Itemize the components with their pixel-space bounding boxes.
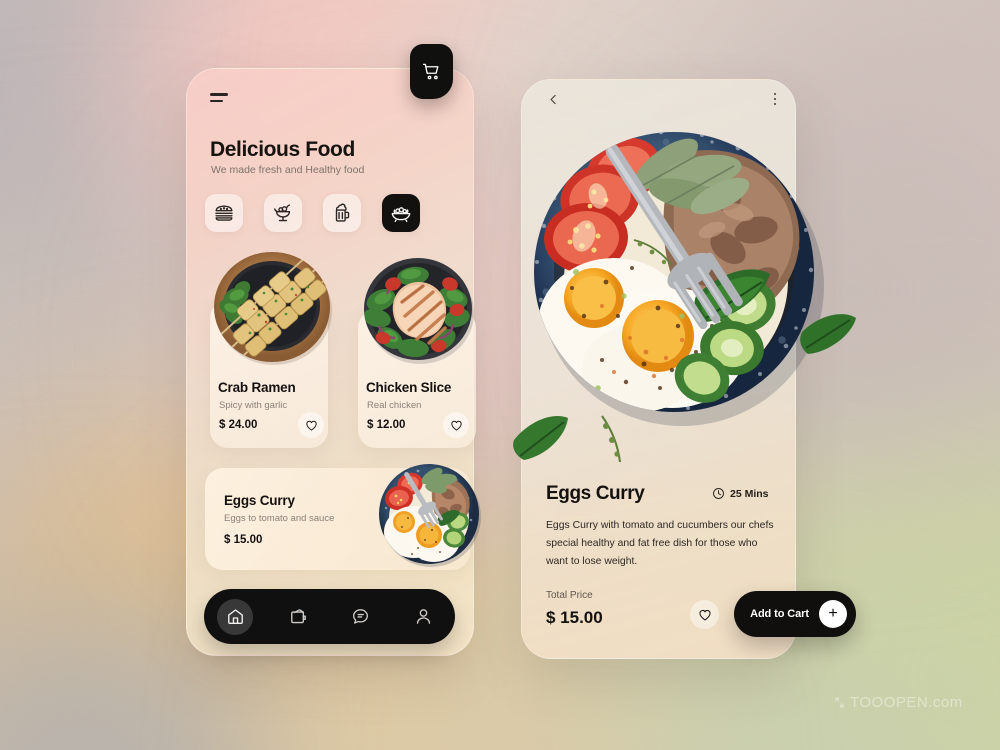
prep-time-label: 25 Mins bbox=[730, 487, 769, 500]
food-card-desc: Eggs to tomato and sauce bbox=[224, 513, 335, 524]
plus-icon: + bbox=[819, 600, 847, 628]
category-chip-drinks[interactable] bbox=[323, 194, 361, 232]
nav-item-chat[interactable] bbox=[343, 599, 379, 635]
hamburger-line bbox=[210, 99, 223, 103]
bottom-navigation-bar bbox=[204, 589, 455, 644]
total-price-label: Total Price bbox=[546, 590, 593, 601]
favorite-button-crab-ramen[interactable] bbox=[298, 412, 324, 438]
more-options-button[interactable] bbox=[766, 88, 784, 110]
background-gradient bbox=[0, 0, 1000, 750]
add-to-cart-label: Add to Cart bbox=[750, 608, 809, 620]
watermark-text: TOOOPEN.com bbox=[850, 694, 963, 711]
more-dot bbox=[773, 97, 777, 101]
food-card-price: $ 24.00 bbox=[219, 419, 258, 431]
salad-bowl-icon bbox=[391, 207, 411, 223]
food-card-desc: Real chicken bbox=[367, 400, 422, 411]
cart-button[interactable] bbox=[410, 44, 453, 99]
dish-description: Eggs Curry with tomato and cucumbers our… bbox=[546, 520, 774, 567]
favorite-button-chicken-slice[interactable] bbox=[443, 412, 469, 438]
chat-bubble-icon bbox=[353, 609, 369, 624]
food-card-name: Crab Ramen bbox=[218, 380, 296, 395]
prep-time-badge: 25 Mins bbox=[712, 487, 769, 500]
beer-mug-icon bbox=[335, 203, 350, 222]
chevron-left-icon bbox=[550, 94, 556, 104]
clock-icon bbox=[713, 488, 724, 499]
watermark: TOOOPEN.com bbox=[833, 694, 963, 711]
category-chip-salad[interactable] bbox=[382, 194, 420, 232]
nav-item-wallet[interactable] bbox=[280, 599, 316, 635]
category-chip-list bbox=[205, 194, 420, 232]
back-button[interactable] bbox=[542, 88, 564, 110]
heart-icon bbox=[305, 420, 317, 431]
food-card-name: Eggs Curry bbox=[224, 493, 295, 508]
heart-icon bbox=[698, 609, 711, 620]
ice-cream-icon bbox=[274, 204, 291, 222]
tooopen-logo-icon bbox=[834, 697, 845, 708]
more-dot bbox=[773, 92, 777, 96]
page-subtitle: We made fresh and Healthy food bbox=[211, 164, 365, 176]
add-to-cart-button[interactable]: Add to Cart + bbox=[734, 591, 856, 637]
home-icon bbox=[227, 609, 243, 624]
food-card-price: $ 12.00 bbox=[367, 419, 406, 431]
dish-title: Eggs Curry bbox=[546, 483, 645, 504]
total-price-value: $ 15.00 bbox=[546, 608, 603, 627]
shopping-cart-icon bbox=[422, 63, 439, 80]
page-title: Delicious Food bbox=[210, 138, 355, 161]
user-icon bbox=[417, 609, 431, 624]
hamburger-menu-button[interactable] bbox=[210, 93, 232, 107]
right-phone-screen bbox=[521, 79, 796, 659]
nav-item-home[interactable] bbox=[217, 598, 254, 635]
category-chip-dessert[interactable] bbox=[264, 194, 302, 232]
more-dot bbox=[773, 102, 777, 106]
hamburger-line bbox=[210, 93, 228, 96]
food-card-price: $ 15.00 bbox=[224, 534, 263, 546]
nav-item-profile[interactable] bbox=[406, 599, 442, 635]
heart-icon bbox=[450, 420, 462, 431]
category-chip-burger[interactable] bbox=[205, 194, 243, 232]
food-card-desc: Spicy with garlic bbox=[219, 400, 288, 411]
favorite-button[interactable] bbox=[690, 600, 719, 629]
wallet-icon bbox=[290, 609, 306, 624]
burger-icon bbox=[215, 205, 233, 221]
food-card-name: Chicken Slice bbox=[366, 380, 452, 395]
eggs-curry-thumbnail-image bbox=[379, 464, 481, 567]
